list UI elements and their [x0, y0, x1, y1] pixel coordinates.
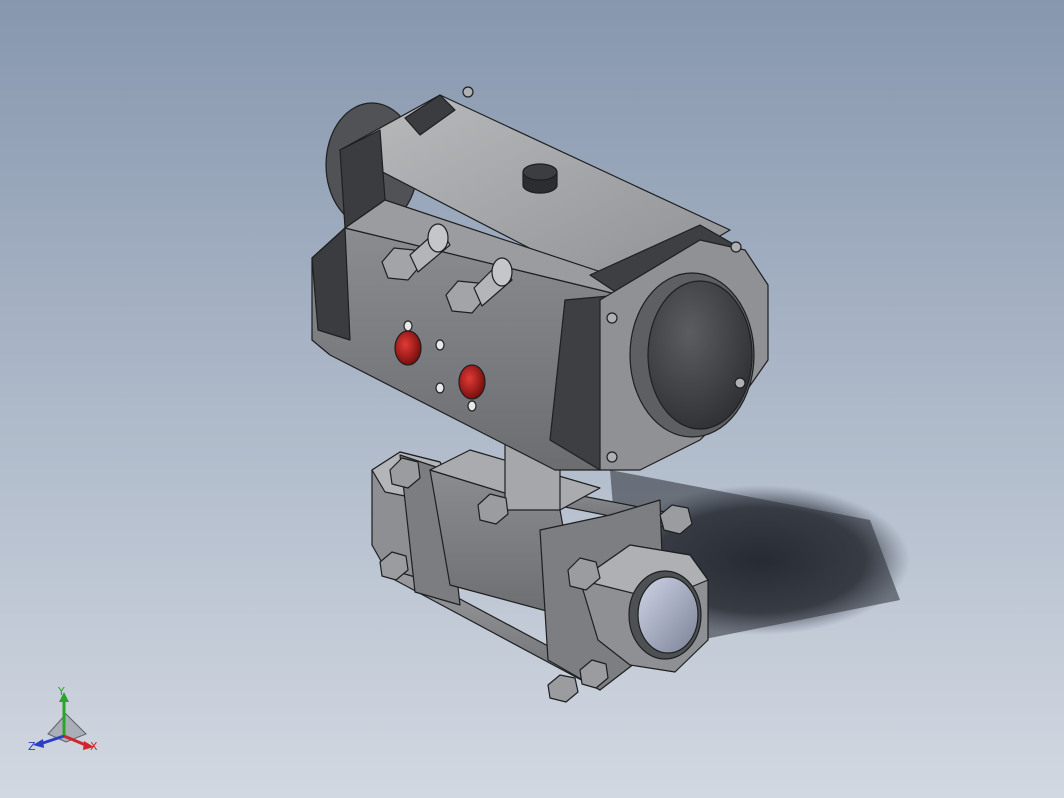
- x-axis-label: X: [90, 740, 98, 753]
- ball-valve-body[interactable]: [371, 429, 709, 703]
- graphics-viewport[interactable]: Y X Z: [0, 0, 1064, 798]
- pneumatic-actuator[interactable]: [311, 86, 769, 471]
- axis-triad[interactable]: Y X Z: [28, 685, 98, 753]
- z-axis-label: Z: [28, 740, 36, 753]
- y-axis-label: Y: [57, 685, 65, 698]
